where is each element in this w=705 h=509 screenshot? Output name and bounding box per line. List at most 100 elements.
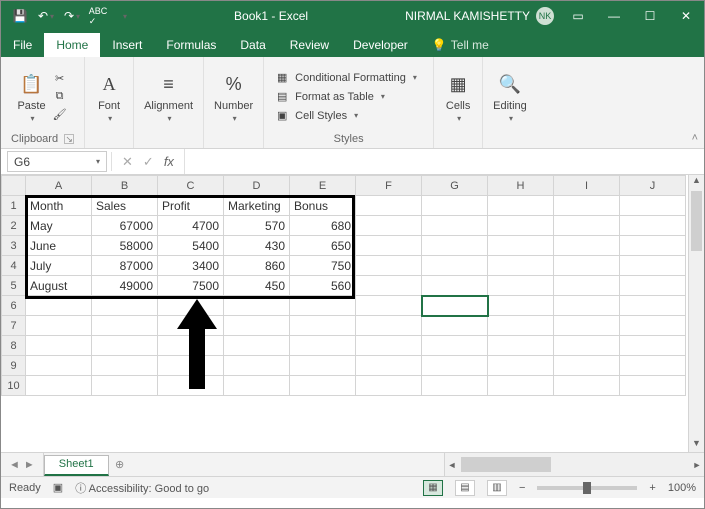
cell[interactable]: May <box>26 216 92 236</box>
cell[interactable]: 680 <box>290 216 356 236</box>
scroll-up-icon[interactable]: ▲ <box>689 175 704 189</box>
close-button[interactable]: ✕ <box>668 1 704 31</box>
col-header[interactable]: D <box>224 176 290 196</box>
cell[interactable] <box>422 196 488 216</box>
minimize-button[interactable]: — <box>596 1 632 31</box>
cell[interactable]: 570 <box>224 216 290 236</box>
cell[interactable] <box>356 336 422 356</box>
tab-insert[interactable]: Insert <box>100 33 154 57</box>
cell[interactable] <box>620 196 686 216</box>
cell[interactable] <box>158 316 224 336</box>
col-header[interactable]: I <box>554 176 620 196</box>
cell[interactable] <box>158 336 224 356</box>
cell[interactable] <box>422 336 488 356</box>
cell[interactable]: 58000 <box>92 236 158 256</box>
cell[interactable]: 87000 <box>92 256 158 276</box>
cell[interactable] <box>356 216 422 236</box>
cell[interactable] <box>422 236 488 256</box>
cell[interactable]: 650 <box>290 236 356 256</box>
font-button[interactable]: A Font ▾ <box>95 70 123 123</box>
save-icon[interactable]: 💾 <box>9 5 31 27</box>
cell[interactable]: 49000 <box>92 276 158 296</box>
tell-me[interactable]: 💡 Tell me <box>420 33 501 57</box>
cell[interactable] <box>422 216 488 236</box>
scroll-down-icon[interactable]: ▼ <box>689 438 704 452</box>
cell[interactable] <box>620 376 686 396</box>
cell[interactable] <box>620 236 686 256</box>
cell[interactable] <box>224 316 290 336</box>
cell[interactable] <box>356 276 422 296</box>
view-pagebreak-button[interactable]: ▥ <box>487 480 507 496</box>
cell[interactable] <box>488 336 554 356</box>
cell[interactable]: 860 <box>224 256 290 276</box>
maximize-button[interactable]: ☐ <box>632 1 668 31</box>
cell[interactable] <box>488 216 554 236</box>
cell[interactable] <box>488 256 554 276</box>
cell[interactable]: Sales <box>92 196 158 216</box>
zoom-level[interactable]: 100% <box>668 482 696 494</box>
cell[interactable]: 4700 <box>158 216 224 236</box>
cell[interactable] <box>620 336 686 356</box>
hscroll-thumb[interactable] <box>461 457 551 472</box>
conditional-formatting-button[interactable]: ▦Conditional Formatting▾ <box>274 70 417 86</box>
cell[interactable] <box>26 316 92 336</box>
editing-button[interactable]: 🔍 Editing ▾ <box>493 70 527 123</box>
cell[interactable] <box>422 316 488 336</box>
paste-button[interactable]: 📋 Paste ▾ <box>17 70 45 123</box>
enter-icon[interactable]: ✓ <box>143 154 154 170</box>
cell[interactable] <box>554 256 620 276</box>
zoom-out-button[interactable]: − <box>519 482 525 494</box>
cell[interactable] <box>554 316 620 336</box>
cell[interactable] <box>554 276 620 296</box>
row-header[interactable]: 3 <box>2 236 26 256</box>
cell[interactable] <box>356 356 422 376</box>
tab-review[interactable]: Review <box>278 33 341 57</box>
cell[interactable]: 450 <box>224 276 290 296</box>
redo-button[interactable]: ↷▾ <box>61 5 83 27</box>
cell[interactable] <box>422 376 488 396</box>
cell[interactable] <box>488 356 554 376</box>
clipboard-launcher[interactable]: ↘ <box>64 134 74 144</box>
cell[interactable]: Profit <box>158 196 224 216</box>
cell-styles-button[interactable]: ▣Cell Styles▾ <box>274 108 358 124</box>
col-header[interactable]: E <box>290 176 356 196</box>
row-header[interactable]: 1 <box>2 196 26 216</box>
sheet-tab[interactable]: Sheet1 <box>44 455 109 476</box>
tab-formulas[interactable]: Formulas <box>154 33 228 57</box>
cell[interactable] <box>290 316 356 336</box>
row-header[interactable]: 4 <box>2 256 26 276</box>
cell[interactable] <box>554 216 620 236</box>
scroll-right-icon[interactable]: ► <box>690 460 704 470</box>
cell[interactable] <box>488 376 554 396</box>
scroll-left-icon[interactable]: ◄ <box>445 460 459 470</box>
collapse-ribbon-icon[interactable]: ˄ <box>692 132 698 144</box>
cut-icon[interactable]: ✂ <box>52 71 68 87</box>
view-layout-button[interactable]: ▤ <box>455 480 475 496</box>
cell[interactable] <box>290 336 356 356</box>
cell[interactable]: 750 <box>290 256 356 276</box>
cell[interactable]: July <box>26 256 92 276</box>
tab-home[interactable]: Home <box>44 33 100 57</box>
cell[interactable] <box>356 376 422 396</box>
format-painter-icon[interactable]: 🖌 <box>52 107 68 123</box>
cell[interactable] <box>488 296 554 316</box>
cell[interactable] <box>620 356 686 376</box>
cell[interactable]: 560 <box>290 276 356 296</box>
select-all-corner[interactable] <box>2 176 26 196</box>
name-box[interactable]: G6 ▾ <box>7 151 107 172</box>
undo-button[interactable]: ↶▾ <box>35 5 57 27</box>
cell[interactable] <box>554 376 620 396</box>
cell[interactable] <box>224 296 290 316</box>
cell[interactable] <box>422 276 488 296</box>
cell[interactable] <box>26 356 92 376</box>
row-header[interactable]: 8 <box>2 336 26 356</box>
cell[interactable] <box>620 316 686 336</box>
horizontal-scrollbar[interactable]: ◄ ► <box>444 453 704 476</box>
row-header[interactable]: 5 <box>2 276 26 296</box>
cell[interactable]: 7500 <box>158 276 224 296</box>
alignment-button[interactable]: ≡ Alignment ▾ <box>144 70 193 123</box>
cell[interactable] <box>620 216 686 236</box>
formula-bar[interactable] <box>184 149 704 174</box>
cell[interactable]: 430 <box>224 236 290 256</box>
cell[interactable] <box>488 196 554 216</box>
